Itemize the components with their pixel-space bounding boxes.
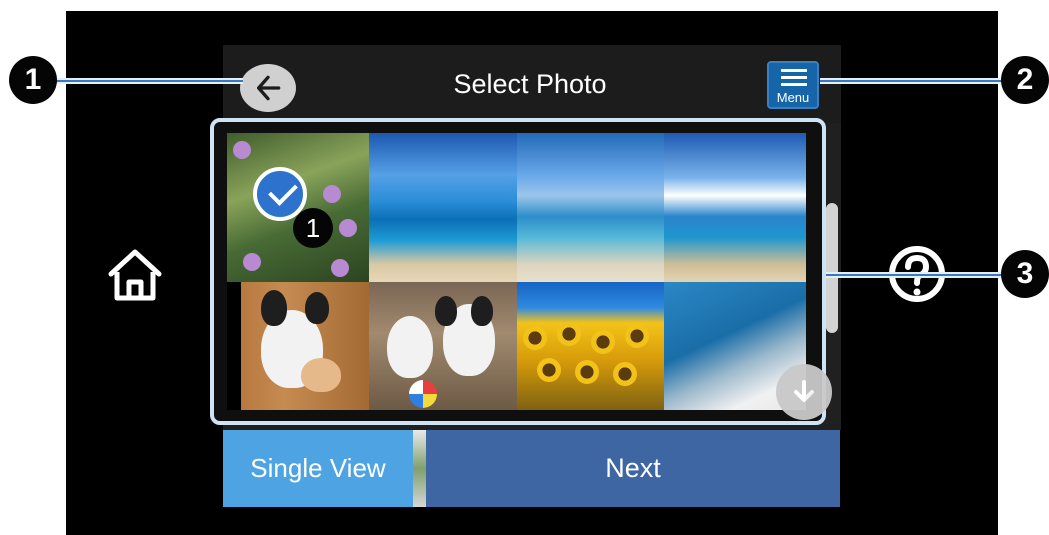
photo-thumb-dogs[interactable] xyxy=(369,282,517,410)
callout-3: 3 xyxy=(1001,250,1049,298)
selection-count-badge: 1 xyxy=(293,208,333,248)
photo-thumb-beach-2[interactable] xyxy=(517,133,664,282)
scrollbar[interactable] xyxy=(826,203,838,333)
photo-thumb-beach-3[interactable] xyxy=(664,133,806,282)
photo-thumb-beach-1[interactable] xyxy=(369,133,517,282)
menu-label: Menu xyxy=(776,90,810,105)
photo-thumb-sunflowers[interactable] xyxy=(517,282,664,410)
home-icon[interactable] xyxy=(103,244,167,308)
scroll-down-button[interactable] xyxy=(776,364,832,420)
menu-icon xyxy=(781,69,807,87)
next-button[interactable]: Next xyxy=(426,430,840,507)
photo-thumb-dog[interactable] xyxy=(227,282,369,410)
button-divider xyxy=(413,430,426,507)
callout-2: 2 xyxy=(1001,56,1049,104)
page-title: Select Photo xyxy=(453,69,607,99)
callout-leader-1 xyxy=(56,78,243,84)
callout-1: 1 xyxy=(9,56,57,104)
single-view-button[interactable]: Single View xyxy=(223,430,413,507)
down-arrow-icon xyxy=(794,380,814,402)
menu-button[interactable]: Menu xyxy=(767,61,819,109)
callout-leader-3 xyxy=(826,272,1014,278)
back-arrow-icon xyxy=(257,75,281,101)
callout-leader-2 xyxy=(820,78,1014,84)
back-button[interactable] xyxy=(240,64,296,112)
